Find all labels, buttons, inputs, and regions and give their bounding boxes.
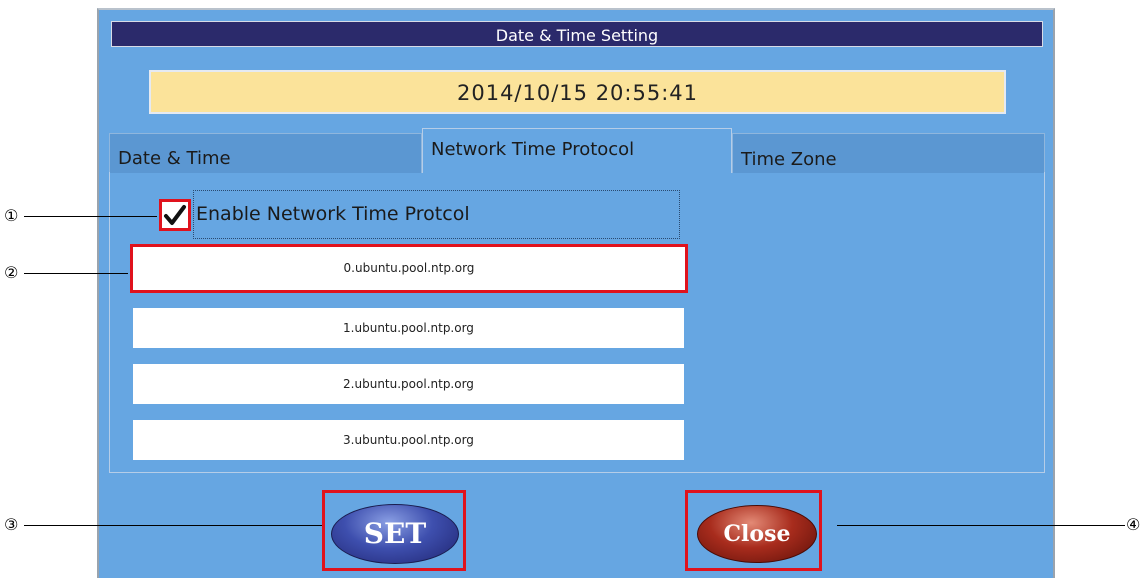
ntp-server-field-2[interactable]: 2.ubuntu.pool.ntp.org: [133, 364, 684, 404]
callout-1: ①: [4, 206, 19, 225]
current-datetime-display: 2014/10/15 20:55:41: [149, 70, 1006, 114]
callout-4-line: [837, 525, 1125, 526]
ntp-server-field-3[interactable]: 3.ubuntu.pool.ntp.org: [133, 420, 684, 460]
set-button-highlight: [322, 490, 466, 571]
date-time-setting-window: Date & Time Setting 2014/10/15 20:55:41 …: [97, 8, 1055, 578]
tab-date-time[interactable]: Date & Time: [109, 133, 422, 173]
ntp-server-field-0[interactable]: 0.ubuntu.pool.ntp.org: [130, 244, 688, 293]
callout-3: ③: [4, 515, 19, 534]
checkmark-icon: [164, 205, 186, 225]
callout-4: ④: [1126, 515, 1141, 534]
callout-2-line: [24, 273, 128, 274]
callout-2: ②: [4, 263, 19, 282]
close-button-highlight: [685, 490, 822, 571]
callout-3-line: [24, 525, 322, 526]
tab-time-zone[interactable]: Time Zone: [732, 133, 1045, 173]
ntp-server-field-1[interactable]: 1.ubuntu.pool.ntp.org: [133, 308, 684, 348]
callout-1-line: [24, 216, 157, 217]
tab-network-time-protocol[interactable]: Network Time Protocol: [422, 128, 732, 173]
window-title: Date & Time Setting: [111, 21, 1043, 47]
enable-ntp-checkbox[interactable]: [159, 199, 191, 231]
enable-ntp-label[interactable]: Enable Network Time Protcol: [193, 190, 680, 239]
